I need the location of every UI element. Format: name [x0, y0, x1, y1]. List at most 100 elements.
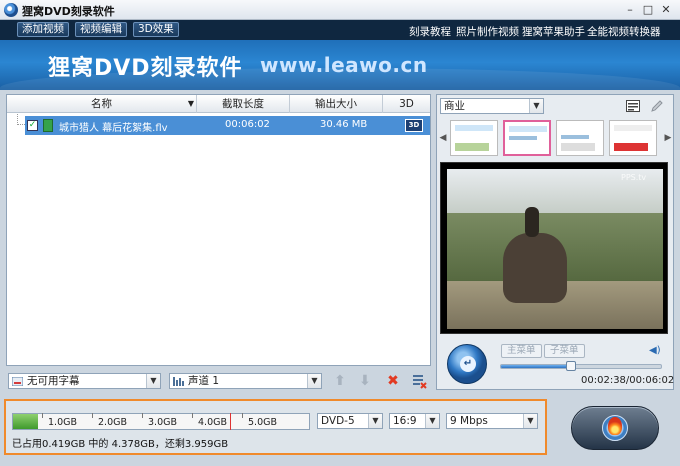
chevron-down-icon: ▼ — [529, 99, 543, 113]
thumbnail-graphic — [509, 136, 537, 140]
tab-3d-effect[interactable]: 3D效果 — [133, 22, 179, 37]
move-down-icon[interactable]: ⬇ — [357, 373, 373, 389]
chevron-down-icon: ▼ — [146, 374, 160, 388]
menu-thumbnail-selected[interactable] — [503, 120, 551, 156]
file-list: 名称 ▼ 截取长度 输出大小 3D ✓ 城市猎人 幕后花絮集.flv 00:06… — [6, 94, 431, 366]
pencil-icon[interactable] — [650, 99, 664, 113]
file-duration: 00:06:02 — [225, 119, 270, 130]
brand-banner: 狸窝DVD刻录软件 www.leawo.cn — [0, 40, 680, 90]
volume-icon[interactable]: ◀) — [649, 345, 661, 357]
column-name[interactable]: 名称 ▼ — [7, 95, 197, 113]
aspect-ratio-select[interactable]: 16:9 ▼ — [389, 413, 440, 429]
sort-arrow-icon: ▼ — [187, 99, 194, 108]
disc-capacity-fill — [13, 414, 38, 429]
disc-limit-marker — [230, 413, 231, 430]
link-photo-video[interactable]: 照片制作视频 — [456, 24, 519, 39]
video-frame-elephant — [503, 233, 567, 303]
menu-thumbnail[interactable] — [450, 120, 498, 156]
link-apple-helper[interactable]: 狸窝苹果助手 — [522, 24, 585, 39]
column-output-size[interactable]: 输出大小 — [290, 95, 383, 113]
table-row[interactable]: ✓ 城市猎人 幕后花絮集.flv 00:06:02 30.46 MB 3D — [25, 116, 430, 135]
sub-menu-button[interactable]: 子菜单 — [544, 344, 585, 358]
window-title: 狸窝DVD刻录软件 — [22, 5, 115, 18]
menu-thumbnails — [438, 118, 672, 160]
title-bar: 狸窝DVD刻录软件 – □ ✕ — [0, 0, 680, 20]
menu-template-value: 商业 — [444, 100, 465, 112]
video-preview: PPS.tv — [440, 162, 668, 334]
capacity-tick-label: 4.0GB — [198, 417, 227, 428]
bitrate-select[interactable]: 9 Mbps ▼ — [446, 413, 538, 429]
app-logo-icon — [4, 3, 18, 17]
column-name-label: 名称 — [91, 98, 112, 110]
thumbnail-graphic — [509, 126, 547, 132]
audio-track-select[interactable]: 声道 1 ▼ — [169, 373, 322, 389]
flame-icon — [608, 417, 622, 435]
aspect-ratio-value: 16:9 — [393, 415, 417, 427]
move-up-icon[interactable]: ⬆ — [332, 373, 348, 389]
bitrate-value: 9 Mbps — [450, 415, 488, 427]
main-menu-button[interactable]: 主菜单 — [501, 344, 542, 358]
capacity-tick-mark — [42, 413, 43, 418]
file-size: 30.46 MB — [320, 119, 368, 130]
capacity-tick-mark — [192, 413, 193, 418]
link-burn-tutorial[interactable]: 刻录教程 — [409, 24, 451, 39]
menu-thumbnail[interactable] — [556, 120, 604, 156]
burn-button[interactable] — [571, 406, 659, 450]
minimize-button[interactable]: – — [622, 3, 638, 17]
chevron-right-icon[interactable]: ▶ — [664, 128, 672, 148]
thumbnail-graphic — [614, 125, 652, 131]
video-frame-rider — [525, 207, 539, 237]
menu-thumbnail[interactable] — [609, 120, 657, 156]
subtitle-icon — [12, 377, 23, 386]
banner-brand-text: 狸窝DVD刻录软件 — [48, 56, 243, 81]
list-header: 名称 ▼ 截取长度 输出大小 3D — [7, 95, 430, 113]
thumbnail-graphic — [561, 135, 589, 139]
capacity-tick-label: 2.0GB — [98, 417, 127, 428]
link-video-converter[interactable]: 全能视频转换器 — [587, 24, 661, 39]
chevron-down-icon: ▼ — [368, 414, 382, 428]
disc-usage-status: 已占用0.419GB 中的 4.378GB，还剩3.959GB — [12, 439, 229, 450]
column-3d[interactable]: 3D — [383, 95, 430, 113]
video-watermark: PPS.tv — [621, 173, 647, 182]
capacity-tick-mark — [142, 413, 143, 418]
thumbnail-graphic — [561, 143, 595, 151]
enter-icon[interactable]: ↵ — [460, 356, 476, 372]
navigation-wheel[interactable]: ↵ — [447, 344, 487, 384]
banner-url-text: www.leawo.cn — [260, 53, 428, 77]
playback-timecode: 00:02:38/00:06:02 — [581, 375, 675, 386]
row-checkbox[interactable]: ✓ — [27, 120, 38, 131]
thumbnail-graphic — [614, 143, 648, 151]
menu-edit-icon[interactable] — [626, 100, 640, 112]
playback-slider-handle[interactable] — [566, 361, 576, 371]
video-file-icon — [43, 119, 53, 132]
disc-type-select[interactable]: DVD-5 ▼ — [317, 413, 383, 429]
playback-progress[interactable] — [500, 364, 662, 369]
audio-track-value: 声道 1 — [188, 375, 220, 387]
capacity-tick-label: 1.0GB — [48, 417, 77, 428]
capacity-tick-mark — [92, 413, 93, 418]
chevron-down-icon: ▼ — [523, 414, 537, 428]
menu-bar: 添加视频 视频编辑 3D效果 刻录教程 照片制作视频 狸窝苹果助手 全能视频转换… — [0, 20, 680, 40]
file-name: 城市猎人 幕后花絮集.flv — [59, 123, 168, 134]
subtitle-select[interactable]: 无可用字幕 ▼ — [8, 373, 161, 389]
close-button[interactable]: ✕ — [658, 3, 674, 17]
audio-track-icon — [173, 377, 184, 386]
column-duration[interactable]: 截取长度 — [197, 95, 290, 113]
clear-list-icon[interactable] — [411, 373, 427, 389]
subtitle-value: 无可用字幕 — [27, 375, 80, 387]
tree-connector — [17, 114, 25, 125]
thumbnail-graphic — [455, 125, 493, 131]
capacity-tick-mark — [242, 413, 243, 418]
maximize-button[interactable]: □ — [640, 3, 656, 17]
playback-progress-fill — [501, 365, 571, 368]
tab-video-edit[interactable]: 视频编辑 — [75, 22, 127, 37]
menu-template-select[interactable]: 商业 ▼ — [440, 98, 544, 114]
chevron-down-icon: ▼ — [425, 414, 439, 428]
disc-type-value: DVD-5 — [321, 415, 355, 427]
delete-icon[interactable]: ✖ — [385, 373, 401, 389]
tab-add-video[interactable]: 添加视频 — [17, 22, 69, 37]
capacity-tick-label: 3.0GB — [148, 417, 177, 428]
capacity-tick-label: 5.0GB — [248, 417, 277, 428]
3d-effect-icon[interactable]: 3D — [405, 119, 423, 132]
thumbnail-graphic — [455, 143, 489, 151]
